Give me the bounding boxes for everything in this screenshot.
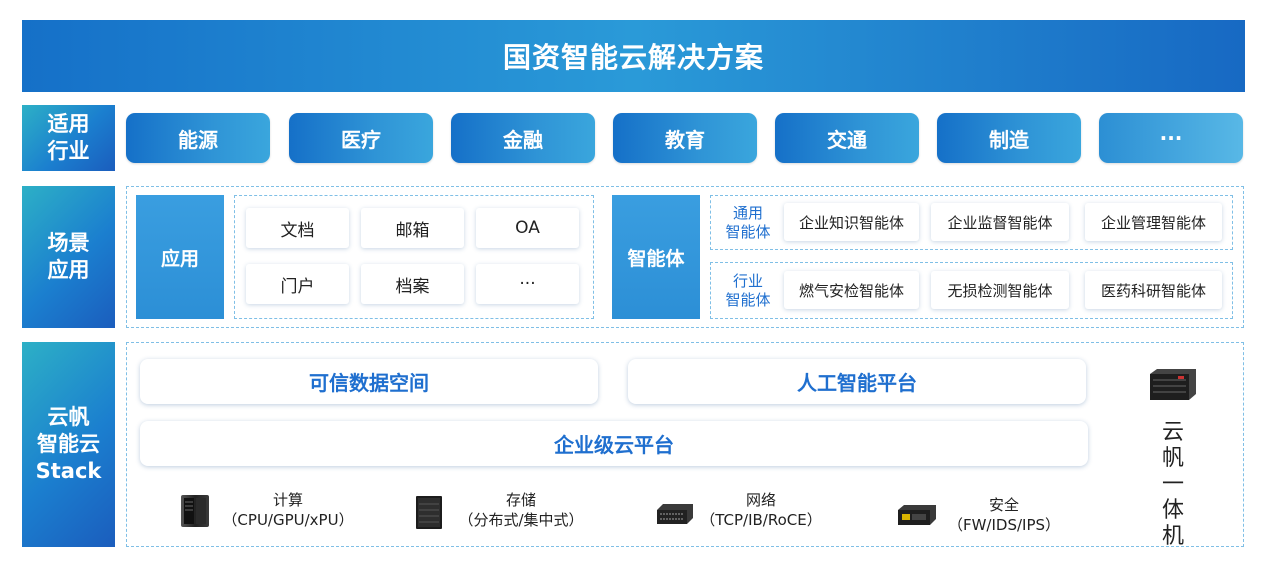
firewall-appliance-icon (896, 503, 938, 527)
general-agent-card[interactable]: 企业管理智能体 (1085, 203, 1222, 241)
network-switch-icon (655, 502, 695, 526)
general-agent-card[interactable]: 企业监督智能体 (931, 203, 1069, 241)
industry-pill[interactable]: 教育 (613, 113, 757, 163)
hw-detail-network: （TCP/IB/RoCE） (700, 511, 822, 529)
all-in-one-char: 云 (1161, 420, 1184, 445)
app-card-more[interactable]: ··· (476, 264, 579, 304)
industry-agent-card[interactable]: 无损检测智能体 (931, 271, 1069, 309)
app-card[interactable]: 门户 (246, 264, 349, 304)
industry-pill[interactable]: 制造 (937, 113, 1081, 163)
trusted-data-space-bar[interactable]: 可信数据空间 (140, 359, 598, 404)
general-agents-label: 通用 智能体 (725, 203, 771, 241)
all-in-one-char: 帆 (1161, 446, 1184, 471)
industry-agents-label: 行业 智能体 (725, 271, 771, 309)
enterprise-cloud-bar[interactable]: 企业级云平台 (140, 421, 1088, 466)
all-in-one-char: 一 (1161, 472, 1184, 497)
hw-name-compute: 计算 (272, 491, 303, 509)
hw-detail-security: （FW/IDS/IPS） (947, 516, 1061, 534)
server-tower-icon (179, 494, 211, 528)
storage-cabinet-icon (415, 495, 443, 530)
agents-label: 智能体 (612, 195, 700, 319)
app-card[interactable]: 邮箱 (361, 208, 464, 248)
page-title: 国资智能云解决方案 (502, 41, 764, 74)
row-label-scenario: 场景 应用 (22, 186, 115, 328)
row-label-stack: 云帆 智能云 Stack (22, 342, 115, 547)
applications-label: 应用 (136, 195, 224, 319)
all-in-one-char: 体 (1161, 498, 1184, 523)
hw-detail-storage: （分布式/集中式） (458, 511, 584, 529)
industry-agent-card[interactable]: 医药科研智能体 (1085, 271, 1222, 309)
hw-name-security: 安全 (988, 496, 1019, 514)
hw-detail-compute: （CPU/GPU/xPU） (222, 511, 354, 529)
hw-name-network: 网络 (745, 491, 776, 509)
industry-pill[interactable]: 金融 (451, 113, 595, 163)
ai-platform-bar[interactable]: 人工智能平台 (628, 359, 1086, 404)
all-in-one-char: 机 (1161, 524, 1184, 549)
all-in-one-machine-icon (1148, 368, 1198, 401)
industry-pill-more[interactable]: ··· (1099, 113, 1243, 163)
general-agent-card[interactable]: 企业知识智能体 (784, 203, 919, 241)
all-in-one-label: 云 帆 一 体 机 (1158, 420, 1188, 550)
industry-pill[interactable]: 交通 (775, 113, 919, 163)
app-card[interactable]: OA (476, 208, 579, 248)
industry-agent-card[interactable]: 燃气安检智能体 (784, 271, 919, 309)
app-card[interactable]: 文档 (246, 208, 349, 248)
title-banner: 国资智能云解决方案 (22, 20, 1245, 92)
row-label-industry: 适用 行业 (22, 105, 115, 171)
industry-pill[interactable]: 能源 (126, 113, 270, 163)
hw-name-storage: 存储 (505, 491, 536, 509)
app-card[interactable]: 档案 (361, 264, 464, 304)
industry-pill[interactable]: 医疗 (289, 113, 433, 163)
